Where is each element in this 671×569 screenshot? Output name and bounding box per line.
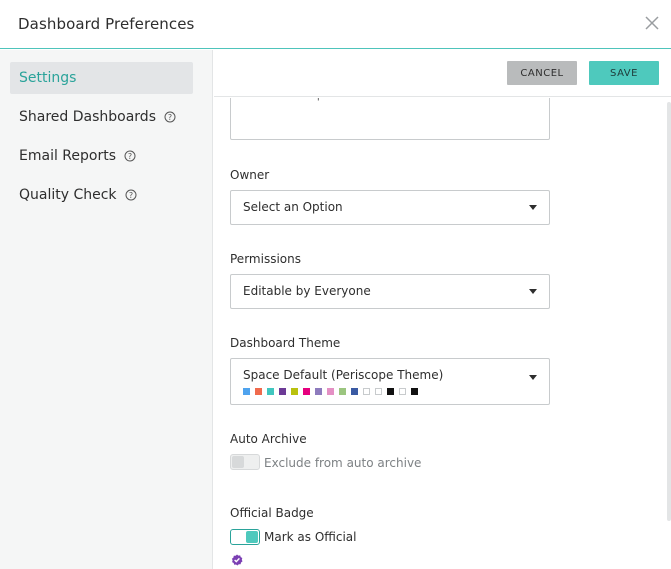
- toggle-knob: [246, 531, 258, 543]
- official-badge-label: Official Badge: [230, 506, 314, 520]
- permissions-select[interactable]: Editable by Everyone: [230, 274, 550, 309]
- theme-color-swatch: [399, 388, 406, 395]
- dashboard-preferences-modal: Dashboard Preferences Settings Shared Da…: [0, 0, 671, 569]
- theme-color-swatches: [243, 388, 549, 395]
- sidebar-item-settings[interactable]: Settings: [10, 62, 193, 94]
- modal-header: Dashboard Preferences: [0, 0, 671, 49]
- modal-title: Dashboard Preferences: [18, 15, 195, 33]
- theme-label: Dashboard Theme: [230, 336, 341, 350]
- theme-color-swatch: [327, 388, 334, 395]
- sidebar-item-label: Settings: [19, 70, 77, 86]
- sidebar-item-label: Quality Check: [19, 187, 117, 203]
- description-input[interactable]: [230, 98, 550, 140]
- theme-color-swatch: [351, 388, 358, 395]
- question-circle-icon[interactable]: ?: [164, 111, 176, 123]
- sidebar-item-quality-check[interactable]: Quality Check ?: [10, 179, 193, 211]
- theme-select[interactable]: Space Default (Periscope Theme): [230, 358, 550, 405]
- theme-color-swatch: [363, 388, 370, 395]
- save-button[interactable]: SAVE: [589, 61, 659, 85]
- theme-color-swatch: [387, 388, 394, 395]
- permissions-label: Permissions: [230, 252, 301, 266]
- sidebar-item-label: Shared Dashboards: [19, 109, 156, 125]
- sidebar-item-shared-dashboards[interactable]: Shared Dashboards ?: [10, 101, 193, 133]
- svg-text:?: ?: [129, 191, 133, 200]
- official-badge-toggle[interactable]: [230, 529, 260, 545]
- caret-down-icon: [529, 289, 537, 294]
- official-badge-toggle-label: Mark as Official: [264, 530, 357, 544]
- question-circle-icon[interactable]: ?: [125, 189, 137, 201]
- sidebar: Settings Shared Dashboards ? Email Repor…: [0, 50, 213, 569]
- theme-color-swatch: [255, 388, 262, 395]
- owner-selected-value: Select an Option: [243, 200, 343, 214]
- settings-panel: CANCEL SAVE Owner Select an Option Permi…: [214, 50, 671, 569]
- permissions-selected-value: Editable by Everyone: [243, 284, 371, 298]
- auto-archive-toggle-label: Exclude from auto archive: [264, 456, 422, 470]
- toggle-knob: [232, 456, 244, 468]
- auto-archive-toggle[interactable]: [230, 454, 260, 470]
- theme-color-swatch: [243, 388, 250, 395]
- theme-color-swatch: [411, 388, 418, 395]
- theme-selected-value: Space Default (Periscope Theme): [243, 368, 444, 382]
- caret-down-icon: [529, 375, 537, 380]
- theme-color-swatch: [303, 388, 310, 395]
- theme-color-swatch: [279, 388, 286, 395]
- theme-color-swatch: [339, 388, 346, 395]
- question-circle-icon[interactable]: ?: [124, 150, 136, 162]
- cancel-button[interactable]: CANCEL: [507, 61, 577, 85]
- owner-select[interactable]: Select an Option: [230, 190, 550, 225]
- auto-archive-label: Auto Archive: [230, 432, 307, 446]
- settings-form[interactable]: Owner Select an Option Permissions Edita…: [214, 98, 671, 569]
- caret-down-icon: [529, 205, 537, 210]
- sidebar-item-label: Email Reports: [19, 148, 116, 164]
- theme-color-swatch: [267, 388, 274, 395]
- theme-color-swatch: [375, 388, 382, 395]
- verified-badge-icon: [231, 554, 243, 566]
- theme-color-swatch: [315, 388, 322, 395]
- svg-text:?: ?: [168, 113, 172, 122]
- close-icon[interactable]: [643, 14, 661, 32]
- sidebar-item-email-reports[interactable]: Email Reports ?: [10, 140, 193, 172]
- theme-color-swatch: [291, 388, 298, 395]
- svg-text:?: ?: [128, 152, 132, 161]
- action-toolbar: CANCEL SAVE: [214, 50, 671, 97]
- owner-label: Owner: [230, 168, 270, 182]
- scrollbar[interactable]: [667, 102, 671, 521]
